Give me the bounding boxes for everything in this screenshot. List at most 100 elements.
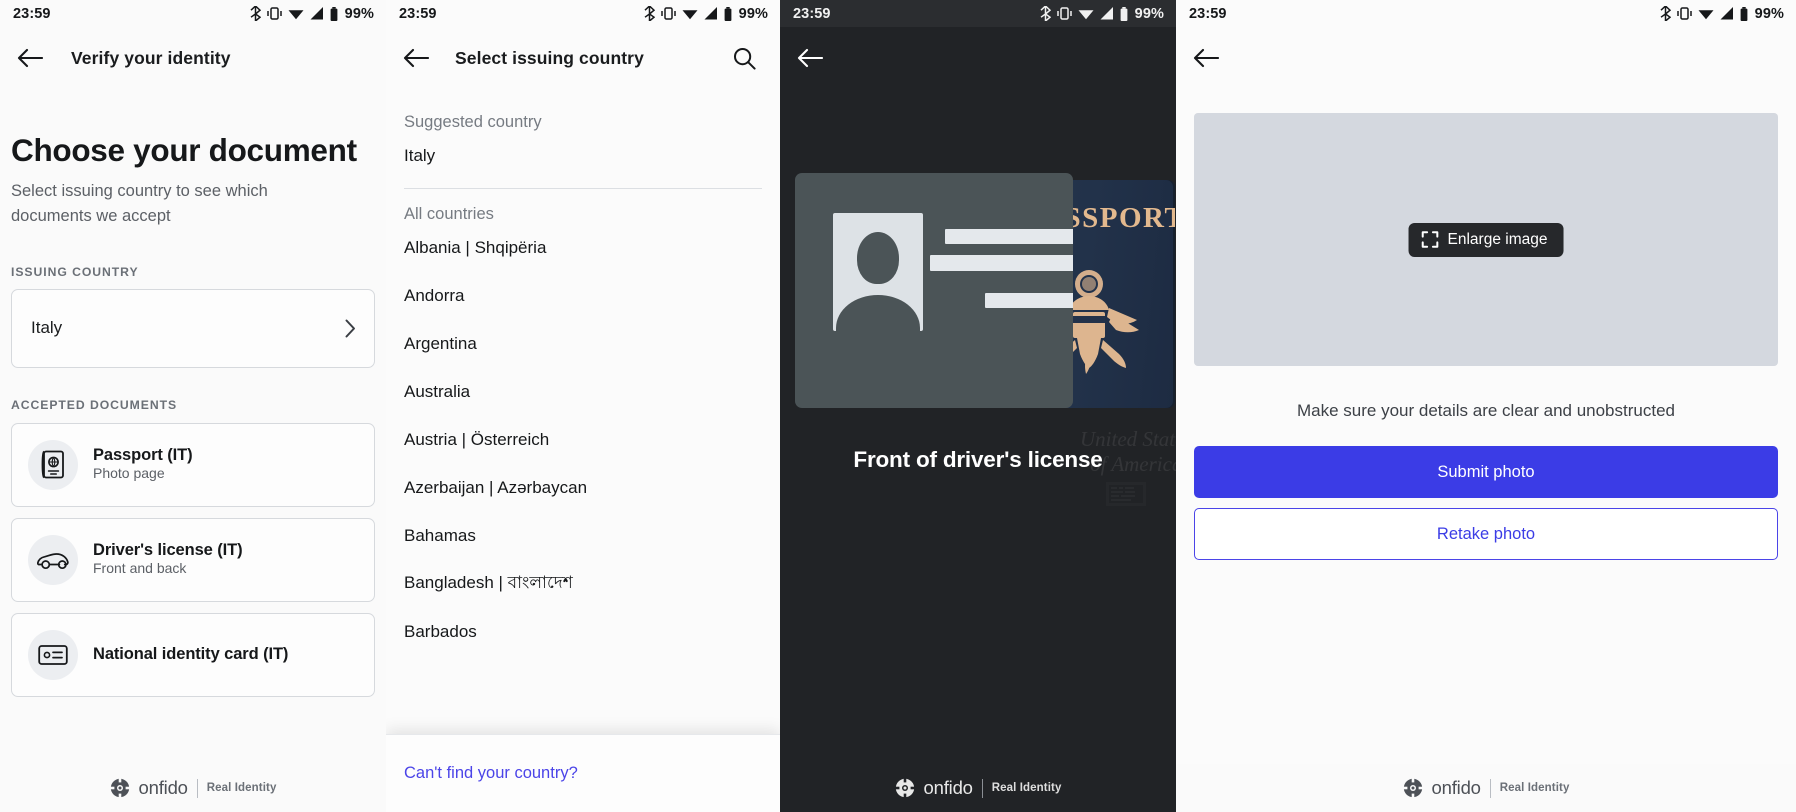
search-button[interactable] [724, 38, 764, 78]
country-row[interactable]: Austria | Österreich [386, 416, 780, 464]
id-text-line [945, 229, 1073, 244]
document-text: Driver's license (IT) Front and back [93, 541, 243, 578]
id-card-icon [28, 629, 78, 680]
country-row[interactable]: Argentina [386, 320, 780, 368]
document-option-passport[interactable]: Passport (IT) Photo page [11, 422, 375, 507]
retake-photo-label: Retake photo [1436, 524, 1536, 543]
suggested-country-label: Suggested country [404, 113, 542, 131]
status-time: 23:59 [399, 5, 437, 22]
status-bar: 23:59 99% [780, 0, 1176, 27]
submit-photo-button[interactable]: Submit photo [1194, 446, 1778, 499]
id-card-illustration [795, 173, 1073, 408]
vibrate-icon [1056, 7, 1072, 20]
back-arrow-icon [17, 48, 43, 68]
enlarge-image-label: Enlarge image [1447, 230, 1548, 248]
app-bar: Select issuing country [386, 27, 780, 89]
status-bar: 23:59 99% [386, 0, 780, 27]
back-button[interactable] [3, 31, 57, 85]
onfido-logo-icon [894, 778, 915, 798]
status-icons: 99% [250, 6, 374, 22]
battery-percent: 99% [738, 5, 768, 22]
brand-footer: onfido Real Identity [1176, 764, 1796, 812]
cant-find-country-link[interactable]: Can't find your country? [404, 764, 578, 783]
country-row[interactable]: Andorra [386, 272, 780, 320]
screenshot-stage: 23:59 99% Verify your identity Choose yo… [0, 0, 1796, 812]
document-subtitle: Front and back [93, 560, 187, 577]
submit-photo-label: Submit photo [1437, 462, 1535, 481]
panel-choose-document: 23:59 99% Verify your identity Choose yo… [0, 0, 386, 812]
subheading: Select issuing country to see which docu… [11, 182, 268, 226]
page-title: Select issuing country [455, 47, 644, 68]
country-row[interactable]: Bahamas [386, 512, 780, 560]
document-title: National identity card (IT) [93, 645, 289, 664]
back-button[interactable] [389, 31, 443, 85]
photo-preview: Enlarge image [1194, 113, 1778, 366]
country-row[interactable]: Barbados [386, 608, 780, 656]
back-arrow-icon [797, 48, 823, 68]
document-option-national-id[interactable]: National identity card (IT) [11, 612, 375, 697]
document-title: Driver's license (IT) [93, 541, 243, 560]
passport-watermark-chip [1106, 482, 1146, 506]
cellular-signal-icon [1100, 7, 1113, 20]
preview-caption: Front of driver's license [853, 447, 1103, 472]
panel-check-photo: 23:59 99% Enlarge image Make sure your d… [1176, 0, 1796, 812]
panel1-body: Choose your document Select issuing coun… [0, 132, 386, 697]
battery-icon [1740, 6, 1748, 21]
back-button[interactable] [1179, 31, 1233, 85]
vibrate-icon [1676, 7, 1692, 20]
battery-icon [330, 6, 338, 21]
issuing-country-select[interactable]: Italy [11, 288, 375, 368]
bluetooth-icon [644, 6, 655, 21]
car-icon [28, 534, 78, 585]
status-icons: 99% [644, 6, 768, 22]
country-row[interactable]: Albania | Shqipëria [386, 224, 780, 272]
cant-find-country-sheet: Can't find your country? [386, 734, 780, 812]
brand-divider [981, 778, 983, 798]
fullscreen-icon [1421, 231, 1439, 248]
issuing-country-value: Italy [31, 318, 63, 338]
document-subtitle: Photo page [93, 465, 165, 482]
passport-icon [28, 439, 78, 490]
enlarge-image-button[interactable]: Enlarge image [1408, 222, 1564, 257]
brand-divider [196, 778, 198, 798]
country-row-suggested[interactable]: Italy [386, 132, 780, 180]
document-option-drivers-license[interactable]: Driver's license (IT) Front and back [11, 517, 375, 602]
country-row[interactable]: Bangladesh | বাংলাদেশ [386, 560, 780, 608]
document-text: Passport (IT) Photo page [93, 446, 193, 483]
battery-icon [1120, 6, 1128, 21]
cellular-signal-icon [310, 7, 323, 20]
brand-name: onfido [1431, 777, 1481, 798]
battery-percent: 99% [344, 5, 374, 22]
status-icons: 99% [1660, 6, 1784, 22]
brand-name: onfido [923, 777, 973, 798]
heading: Choose your document [11, 132, 357, 168]
brand-product: Real Identity [991, 782, 1062, 794]
status-bar: 23:59 99% [0, 0, 386, 27]
brand-footer: onfido Real Identity [780, 764, 1176, 812]
country-row[interactable]: Australia [386, 368, 780, 416]
photo-quality-note: Make sure your details are clear and uno… [1297, 401, 1675, 420]
all-countries-label: All countries [404, 205, 494, 223]
status-bar: 23:59 99% [1176, 0, 1796, 27]
status-icons: 99% [1040, 6, 1164, 22]
brand-divider [1489, 778, 1491, 798]
country-row[interactable]: Azerbaijan | Azərbaycan [386, 464, 780, 512]
panel-document-preview-dark: 23:59 99% United Statesof America [780, 0, 1176, 812]
bluetooth-icon [250, 6, 261, 21]
person-body-icon [836, 295, 920, 331]
accepted-documents-label: ACCEPTED DOCUMENTS [11, 397, 178, 412]
retake-photo-button[interactable]: Retake photo [1194, 508, 1778, 561]
id-text-line [930, 255, 1073, 271]
back-button[interactable] [783, 31, 837, 85]
cellular-signal-icon [704, 7, 717, 20]
preview-stage: United Statesof America PASSPORT [780, 27, 1176, 812]
search-icon [733, 47, 756, 70]
status-time: 23:59 [1189, 5, 1227, 22]
id-text-line [985, 293, 1073, 308]
onfido-logo-icon [109, 778, 130, 798]
cellular-signal-icon [1720, 7, 1733, 20]
panel4-body: Enlarge image Make sure your details are… [1176, 113, 1796, 561]
battery-percent: 99% [1134, 5, 1164, 22]
wifi-icon [288, 10, 304, 20]
status-time: 23:59 [793, 5, 831, 22]
